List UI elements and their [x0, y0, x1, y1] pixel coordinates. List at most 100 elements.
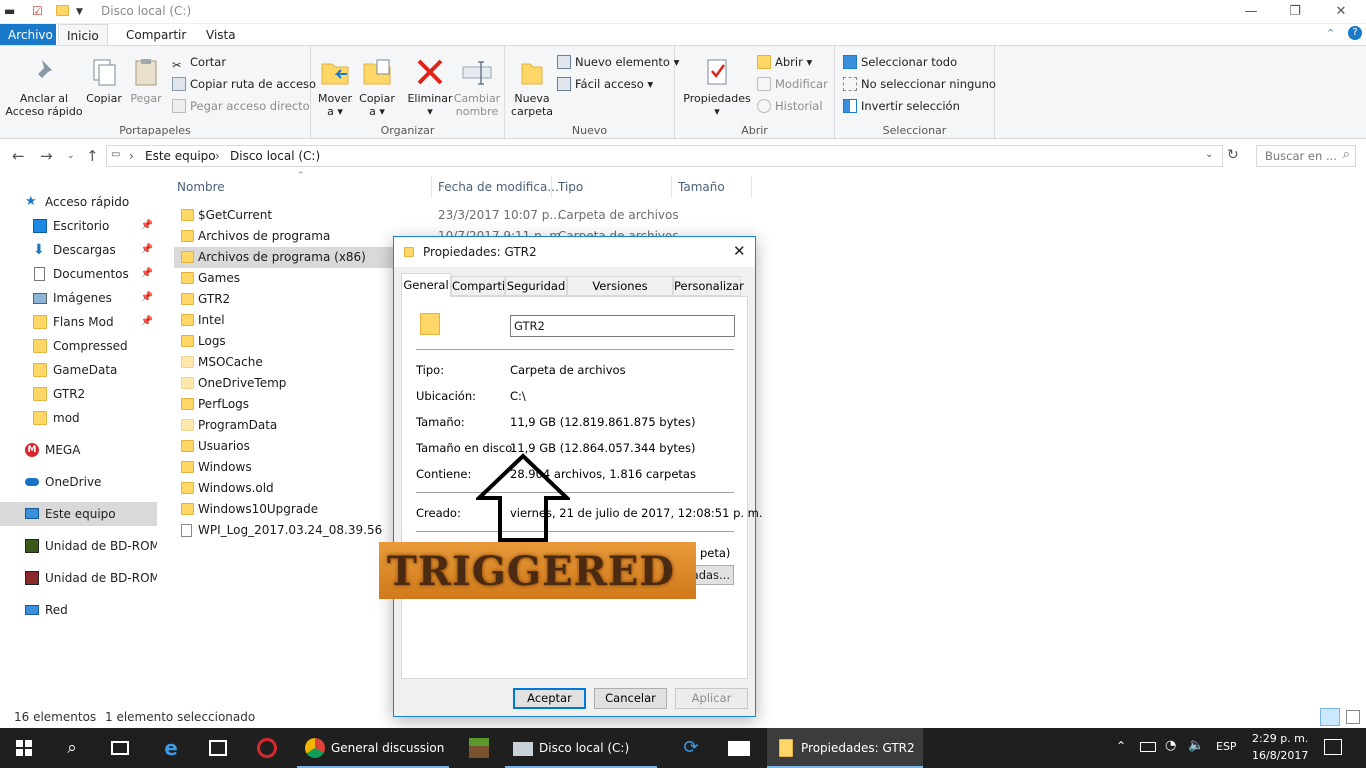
edge-icon[interactable]: e — [148, 728, 194, 768]
sidebar-item-gamedata[interactable]: GameData — [0, 358, 157, 382]
cancel-button[interactable]: Cancelar — [594, 688, 667, 709]
column-header-tipo[interactable]: Tipo — [558, 180, 583, 194]
sidebar-item-documentos[interactable]: Documentos 📌 — [0, 262, 157, 286]
table-row[interactable]: Windows10Upgrade — [174, 499, 390, 520]
clock-time[interactable]: 2:29 p. m. — [1252, 732, 1308, 745]
battery-icon[interactable] — [1140, 742, 1156, 752]
table-row[interactable]: PerfLogs — [174, 394, 390, 415]
updater-icon[interactable]: ⟳ — [668, 728, 714, 768]
wifi-icon[interactable]: ◔ — [1165, 738, 1176, 753]
action-center-icon[interactable] — [1324, 739, 1342, 755]
tab-seguridad[interactable]: Seguridad — [505, 276, 567, 296]
language-indicator[interactable]: ESP — [1216, 740, 1237, 753]
cut-button[interactable]: ✂ Cortar — [172, 55, 226, 72]
sidebar-item-escritorio[interactable]: Escritorio 📌 — [0, 214, 157, 238]
sidebar-item-mega[interactable]: M MEGA — [0, 438, 157, 462]
close-button[interactable]: ✕ — [1318, 0, 1364, 24]
sidebar-item-imagenes[interactable]: Imágenes 📌 — [0, 286, 157, 310]
delete-button[interactable]: Eliminar ▾ — [407, 56, 453, 118]
new-folder-quick-icon[interactable] — [56, 5, 69, 16]
table-row[interactable]: MSOCache — [174, 352, 390, 373]
store-icon[interactable] — [196, 728, 242, 768]
anclar-button[interactable]: Anclar al Acceso rápido — [4, 56, 84, 118]
properties-quick-icon[interactable]: ☑ — [32, 4, 43, 18]
start-button[interactable] — [0, 728, 48, 768]
customize-quick-access-icon[interactable]: ▼ — [76, 7, 83, 17]
refresh-icon[interactable]: ↻ — [1227, 147, 1239, 163]
table-row[interactable]: Usuarios — [174, 436, 390, 457]
show-hidden-icons-icon[interactable]: ⌃ — [1116, 739, 1126, 753]
minecraft-icon[interactable] — [456, 728, 502, 768]
taskbar-app-properties[interactable]: Propiedades: GTR2 — [767, 728, 923, 768]
tab-personalizar[interactable]: Personalizar — [673, 276, 744, 296]
table-row[interactable]: Intel — [174, 310, 390, 331]
column-header-tamano[interactable]: Tamaño — [678, 180, 725, 194]
select-all-button[interactable]: Seleccionar todo — [843, 55, 957, 69]
new-item-button[interactable]: Nuevo elemento ▾ — [557, 55, 679, 69]
table-row[interactable]: Windows.old — [174, 478, 390, 499]
edit-button[interactable]: Modificar — [757, 77, 828, 91]
pin-icon[interactable]: 📌 — [141, 310, 153, 334]
pin-icon[interactable]: 📌 — [141, 262, 153, 286]
sidebar-item-onedrive[interactable]: OneDrive — [0, 470, 157, 494]
tab-general[interactable]: General — [401, 273, 451, 297]
up-arrow-icon[interactable]: ↑ — [86, 147, 99, 165]
copy-to-button[interactable]: Copiar a ▾ — [357, 56, 397, 118]
clock-date[interactable]: 16/8/2017 — [1252, 749, 1308, 762]
advanced-button[interactable]: adas... — [690, 565, 734, 585]
table-row[interactable]: WPI_Log_2017.03.24_08.39.56 — [174, 520, 390, 541]
properties-button[interactable]: Propiedades ▾ — [681, 56, 753, 118]
tab-versiones[interactable]: Versiones anteriores — [567, 276, 673, 311]
sidebar-item-descargas[interactable]: ⬇ Descargas 📌 — [0, 238, 157, 262]
tab-vista[interactable]: Vista — [198, 24, 244, 46]
folder-name-input[interactable]: GTR2 — [510, 315, 735, 337]
mail-icon[interactable] — [716, 728, 762, 768]
sidebar-item-red[interactable]: Red — [0, 598, 157, 622]
taskbar-app-chrome[interactable]: General discussion ... — [297, 728, 449, 768]
minimize-button[interactable]: — — [1228, 0, 1274, 24]
table-row[interactable]: GTR2 — [174, 289, 390, 310]
pin-icon[interactable]: 📌 — [141, 214, 153, 238]
task-view-icon[interactable] — [96, 728, 144, 768]
tab-archivo[interactable]: Archivo — [0, 24, 56, 46]
paste-shortcut-button[interactable]: Pegar acceso directo — [172, 99, 310, 113]
address-dropdown-icon[interactable]: ⌄ — [1205, 149, 1213, 160]
table-row[interactable]: Windows — [174, 457, 390, 478]
sidebar-item-compressed[interactable]: Compressed — [0, 334, 157, 358]
select-none-button[interactable]: No seleccionar ninguno — [843, 77, 996, 91]
tab-inicio[interactable]: Inicio — [58, 24, 108, 47]
security-app-icon[interactable] — [244, 728, 290, 768]
tab-compartir[interactable]: Compartir — [451, 276, 510, 296]
help-icon[interactable]: ? — [1348, 26, 1362, 40]
rename-button[interactable]: Cambiar nombre — [453, 56, 501, 118]
table-row[interactable]: Archivos de programa — [174, 226, 390, 247]
sidebar-item-bdrom-2[interactable]: Unidad de BD-ROM ( — [0, 566, 157, 590]
open-button[interactable]: Abrir ▾ — [757, 55, 812, 69]
details-view-icon[interactable] — [1320, 708, 1340, 726]
new-folder-button[interactable]: Nueva carpeta — [509, 56, 555, 118]
invert-selection-button[interactable]: Invertir selección — [843, 99, 960, 113]
breadcrumb-este-equipo[interactable]: Este equipo — [145, 149, 216, 163]
table-row[interactable]: Logs — [174, 331, 390, 352]
forward-arrow-icon[interactable]: → — [40, 147, 53, 165]
sidebar-item-gtr2[interactable]: GTR2 — [0, 382, 157, 406]
pin-icon[interactable]: 📌 — [141, 286, 153, 310]
breadcrumb-disco-local[interactable]: Disco local (C:) — [230, 149, 320, 163]
ok-button[interactable]: Aceptar — [513, 688, 586, 709]
move-to-button[interactable]: Mover a ▾ — [317, 56, 353, 118]
easy-access-button[interactable]: Fácil acceso ▾ — [557, 77, 653, 91]
collapse-ribbon-icon[interactable]: ⌃ — [1326, 27, 1335, 40]
back-arrow-icon[interactable]: ← — [12, 147, 25, 165]
close-icon[interactable]: ✕ — [733, 242, 746, 260]
search-icon[interactable]: ⌕ — [48, 728, 96, 768]
table-row[interactable]: $GetCurrent — [174, 205, 390, 226]
paste-button[interactable]: Pegar — [126, 56, 166, 105]
apply-button[interactable]: Aplicar — [675, 688, 748, 709]
table-row[interactable]: Archivos de programa (x86) — [174, 247, 406, 268]
address-bar[interactable]: ▭ › Este equipo › Disco local (C:) ⌄ — [106, 145, 1223, 167]
table-row[interactable]: OneDriveTemp — [174, 373, 390, 394]
taskbar-app-explorer[interactable]: Disco local (C:) — [505, 728, 657, 768]
tab-compartir[interactable]: Compartir — [118, 24, 194, 46]
pin-icon[interactable]: 📌 — [141, 238, 153, 262]
volume-icon[interactable]: 🔈 — [1188, 738, 1204, 753]
